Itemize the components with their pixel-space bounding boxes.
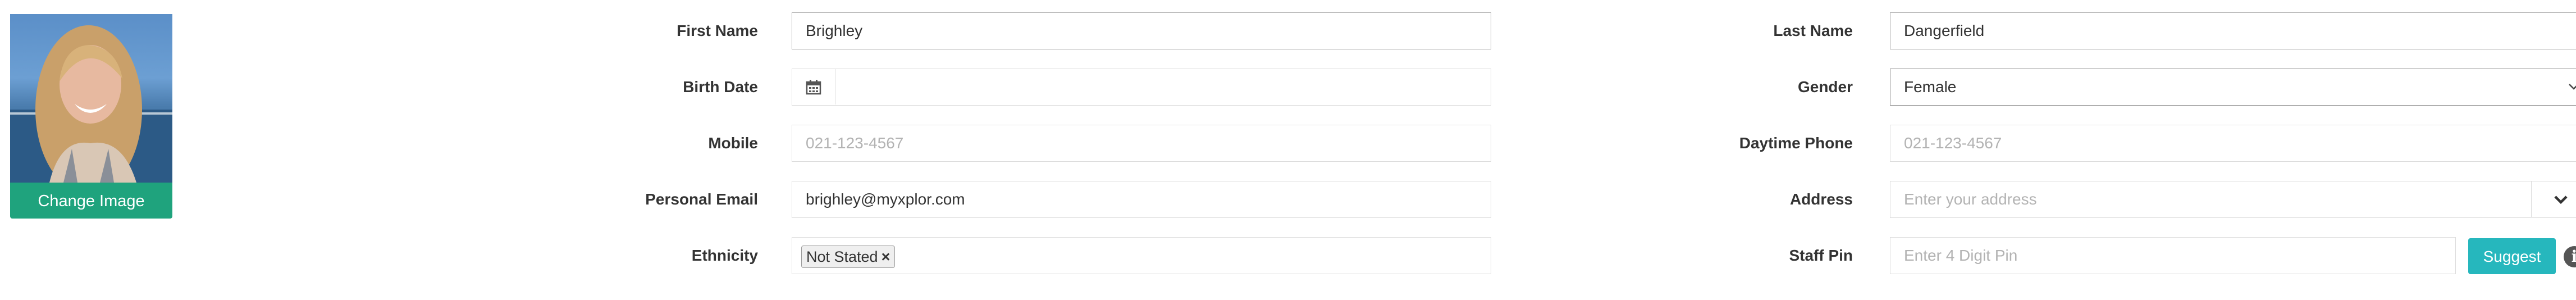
mobile-input[interactable]: 021-123-4567	[792, 125, 1491, 162]
last-name-label: Last Name	[1773, 22, 1853, 39]
address-label: Address	[1789, 190, 1853, 208]
birth-date-label: Birth Date	[683, 78, 758, 96]
gender-selected-value: Female	[1904, 78, 1957, 96]
ethnicity-tag: Not Stated ×	[801, 245, 896, 268]
birth-date-input[interactable]	[792, 69, 1491, 106]
calendar-icon[interactable]	[792, 69, 835, 104]
daytime-phone-input[interactable]: 021-123-4567	[1890, 125, 2576, 162]
personal-email-label: Personal Email	[645, 190, 758, 208]
gender-label: Gender	[1797, 78, 1853, 96]
first-name-label: First Name	[677, 22, 758, 39]
chevron-down-icon	[2568, 69, 2576, 117]
suggest-button[interactable]: Suggest	[2468, 238, 2556, 274]
personal-email-input[interactable]: brighley@myxplor.com	[792, 181, 1491, 218]
info-icon[interactable]: i	[2564, 246, 2576, 267]
last-name-input[interactable]: Dangerfield	[1890, 12, 2576, 49]
staff-pin-label: Staff Pin	[1789, 247, 1853, 264]
daytime-phone-label: Daytime Phone	[1739, 134, 1853, 152]
ethnicity-tag-label: Not Stated	[806, 248, 878, 265]
staff-pin-input[interactable]: Enter 4 Digit Pin	[1890, 237, 2456, 274]
staff-pin-placeholder: Enter 4 Digit Pin	[1904, 247, 2018, 264]
chevron-down-icon	[2554, 195, 2568, 204]
profile-photo	[10, 14, 172, 183]
mobile-label: Mobile	[708, 134, 758, 152]
ethnicity-tag-input[interactable]: Not Stated ×	[792, 237, 1491, 274]
address-dropdown-button[interactable]	[2531, 181, 2576, 217]
ethnicity-label: Ethnicity	[691, 247, 758, 264]
change-image-button[interactable]: Change Image	[10, 183, 172, 219]
first-name-input[interactable]: Brighley	[792, 12, 1491, 49]
gender-select[interactable]: Female	[1890, 69, 2576, 106]
mobile-placeholder: 021-123-4567	[806, 134, 904, 152]
profile-photo-panel: Change Image	[10, 14, 172, 219]
remove-tag-icon[interactable]: ×	[881, 248, 890, 265]
profile-photo-illustration	[10, 25, 172, 183]
address-placeholder: Enter your address	[1904, 190, 2037, 208]
address-input[interactable]: Enter your address	[1890, 181, 2576, 218]
daytime-phone-placeholder: 021-123-4567	[1904, 134, 2002, 152]
